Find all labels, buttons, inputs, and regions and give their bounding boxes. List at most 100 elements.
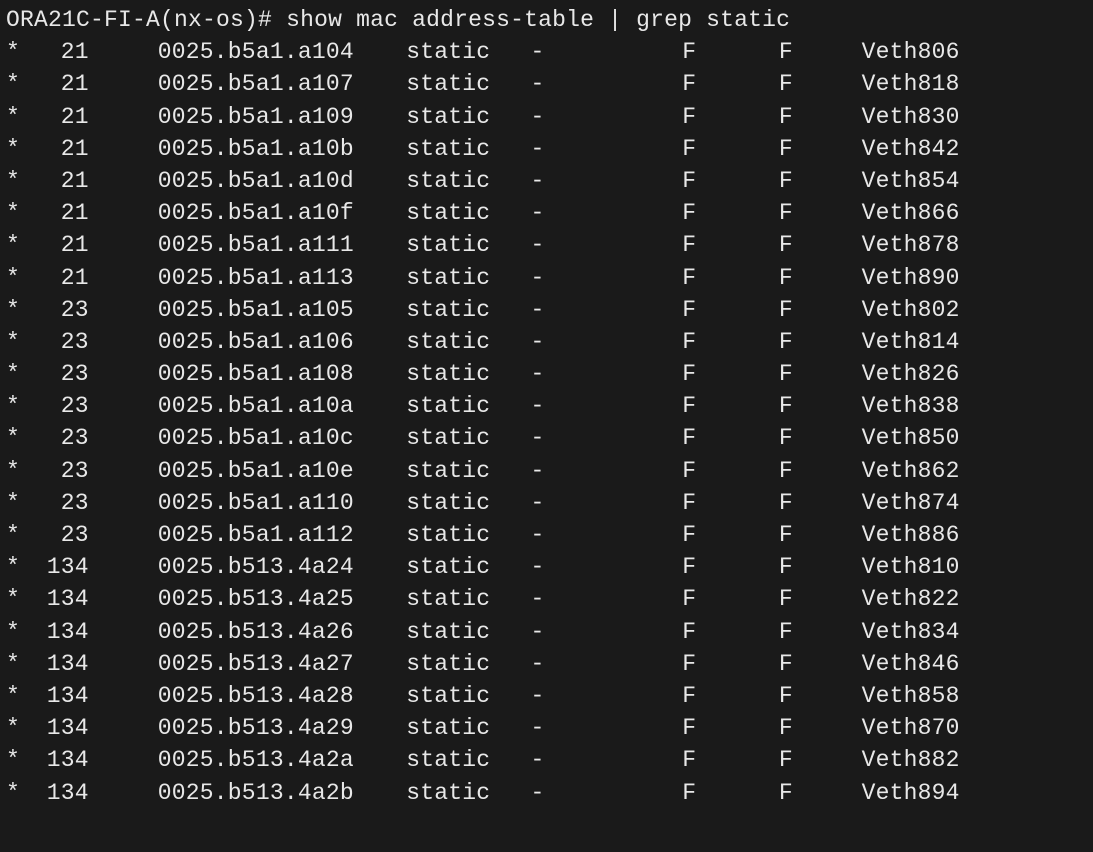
vlan-cell: 23: [20, 519, 89, 551]
ntfy-cell: F: [779, 777, 793, 809]
prompt-command: show mac address-table | grep static: [286, 7, 790, 33]
port-cell: Veth890: [862, 262, 960, 294]
flag-cell: *: [6, 390, 20, 422]
mac-cell: 0025.b5a1.a111: [158, 229, 351, 261]
port-cell: Veth846: [862, 648, 960, 680]
type-cell: static: [406, 519, 489, 551]
vlan-cell: 23: [20, 390, 89, 422]
port-cell: Veth834: [862, 616, 960, 648]
mac-cell: 0025.b513.4a28: [158, 680, 351, 712]
table-row: *210025.b5a1.a104static-FFVeth806: [6, 36, 1087, 68]
flag-cell: *: [6, 197, 20, 229]
flag-cell: *: [6, 551, 20, 583]
vlan-cell: 134: [20, 777, 89, 809]
secure-cell: F: [682, 455, 696, 487]
mac-cell: 0025.b5a1.a10c: [158, 422, 351, 454]
age-cell: -: [530, 197, 544, 229]
age-cell: -: [530, 712, 544, 744]
ntfy-cell: F: [779, 358, 793, 390]
table-row: *230025.b5a1.a112static-FFVeth886: [6, 519, 1087, 551]
ntfy-cell: F: [779, 648, 793, 680]
type-cell: static: [406, 583, 489, 615]
type-cell: static: [406, 165, 489, 197]
flag-cell: *: [6, 165, 20, 197]
vlan-cell: 134: [20, 616, 89, 648]
vlan-cell: 21: [20, 197, 89, 229]
vlan-cell: 134: [20, 712, 89, 744]
port-cell: Veth894: [862, 777, 960, 809]
vlan-cell: 134: [20, 680, 89, 712]
table-row: *230025.b5a1.a110static-FFVeth874: [6, 487, 1087, 519]
flag-cell: *: [6, 101, 20, 133]
secure-cell: F: [682, 583, 696, 615]
terminal-output[interactable]: ORA21C-FI-A(nx-os)# show mac address-tab…: [6, 4, 1087, 809]
table-row: *210025.b5a1.a113static-FFVeth890: [6, 262, 1087, 294]
age-cell: -: [530, 777, 544, 809]
port-cell: Veth870: [862, 712, 960, 744]
age-cell: -: [530, 165, 544, 197]
table-row: *1340025.b513.4a27static-FFVeth846: [6, 648, 1087, 680]
age-cell: -: [530, 583, 544, 615]
secure-cell: F: [682, 133, 696, 165]
table-row: *210025.b5a1.a109static-FFVeth830: [6, 101, 1087, 133]
type-cell: static: [406, 101, 489, 133]
type-cell: static: [406, 358, 489, 390]
secure-cell: F: [682, 680, 696, 712]
ntfy-cell: F: [779, 36, 793, 68]
mac-cell: 0025.b5a1.a108: [158, 358, 351, 390]
table-row: *210025.b5a1.a10fstatic-FFVeth866: [6, 197, 1087, 229]
table-row: *1340025.b513.4a2astatic-FFVeth882: [6, 744, 1087, 776]
vlan-cell: 21: [20, 229, 89, 261]
mac-cell: 0025.b5a1.a106: [158, 326, 351, 358]
type-cell: static: [406, 744, 489, 776]
mac-cell: 0025.b5a1.a10a: [158, 390, 351, 422]
vlan-cell: 21: [20, 133, 89, 165]
table-row: *230025.b5a1.a108static-FFVeth826: [6, 358, 1087, 390]
mac-cell: 0025.b5a1.a104: [158, 36, 351, 68]
mac-cell: 0025.b5a1.a10b: [158, 133, 351, 165]
age-cell: -: [530, 68, 544, 100]
age-cell: -: [530, 133, 544, 165]
secure-cell: F: [682, 422, 696, 454]
table-row: *1340025.b513.4a24static-FFVeth810: [6, 551, 1087, 583]
age-cell: -: [530, 101, 544, 133]
secure-cell: F: [682, 326, 696, 358]
table-row: *1340025.b513.4a29static-FFVeth870: [6, 712, 1087, 744]
mac-cell: 0025.b5a1.a112: [158, 519, 351, 551]
port-cell: Veth818: [862, 68, 960, 100]
age-cell: -: [530, 455, 544, 487]
vlan-cell: 21: [20, 36, 89, 68]
mac-cell: 0025.b5a1.a10e: [158, 455, 351, 487]
port-cell: Veth886: [862, 519, 960, 551]
secure-cell: F: [682, 648, 696, 680]
type-cell: static: [406, 487, 489, 519]
port-cell: Veth854: [862, 165, 960, 197]
age-cell: -: [530, 294, 544, 326]
table-row: *1340025.b513.4a26static-FFVeth834: [6, 616, 1087, 648]
port-cell: Veth822: [862, 583, 960, 615]
type-cell: static: [406, 712, 489, 744]
age-cell: -: [530, 358, 544, 390]
flag-cell: *: [6, 36, 20, 68]
secure-cell: F: [682, 165, 696, 197]
mac-table-rows: *210025.b5a1.a104static-FFVeth806*210025…: [6, 36, 1087, 809]
age-cell: -: [530, 487, 544, 519]
vlan-cell: 134: [20, 551, 89, 583]
port-cell: Veth830: [862, 101, 960, 133]
port-cell: Veth810: [862, 551, 960, 583]
secure-cell: F: [682, 519, 696, 551]
mac-cell: 0025.b513.4a26: [158, 616, 351, 648]
flag-cell: *: [6, 583, 20, 615]
ntfy-cell: F: [779, 101, 793, 133]
secure-cell: F: [682, 197, 696, 229]
flag-cell: *: [6, 133, 20, 165]
type-cell: static: [406, 648, 489, 680]
mac-cell: 0025.b5a1.a113: [158, 262, 351, 294]
mac-cell: 0025.b513.4a24: [158, 551, 351, 583]
secure-cell: F: [682, 68, 696, 100]
age-cell: -: [530, 616, 544, 648]
type-cell: static: [406, 616, 489, 648]
port-cell: Veth802: [862, 294, 960, 326]
ntfy-cell: F: [779, 455, 793, 487]
table-row: *210025.b5a1.a10bstatic-FFVeth842: [6, 133, 1087, 165]
